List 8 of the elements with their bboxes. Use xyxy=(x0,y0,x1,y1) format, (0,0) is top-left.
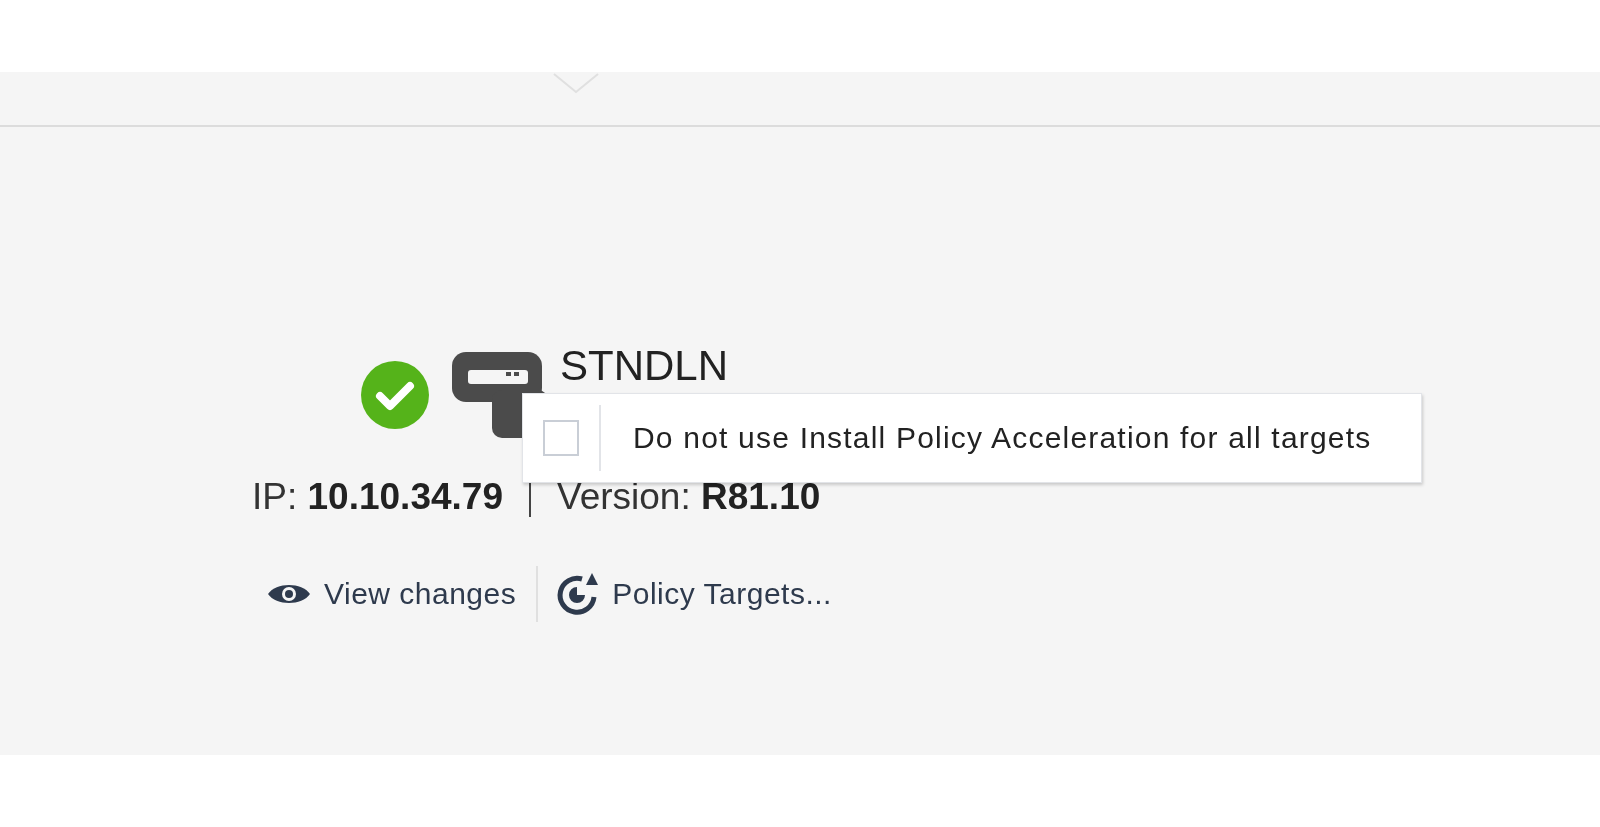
checkbox[interactable] xyxy=(543,420,579,456)
option-label[interactable]: Do not use Install Policy Acceleration for all targets xyxy=(601,421,1422,455)
gateway-name: STNDLN xyxy=(560,342,729,390)
chevron-icon xyxy=(552,72,600,94)
policy-targets-link[interactable]: Policy Targets... xyxy=(554,571,832,617)
ip-text: IP: 10.10.34.79 xyxy=(252,476,503,518)
version-text: Version: R81.10 xyxy=(557,476,821,518)
view-changes-link[interactable]: View changes xyxy=(266,577,517,611)
